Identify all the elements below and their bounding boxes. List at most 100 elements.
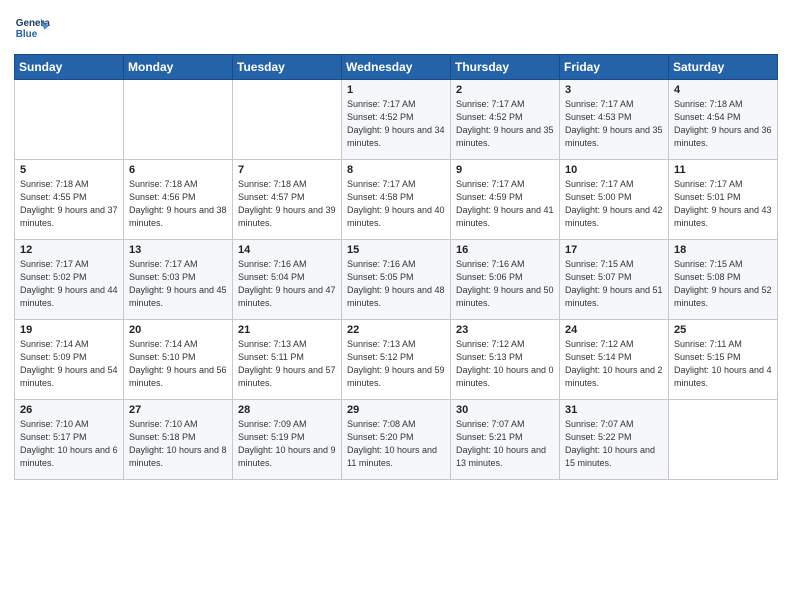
calendar-cell	[124, 80, 233, 160]
day-info: Sunrise: 7:16 AMSunset: 5:04 PMDaylight:…	[238, 258, 336, 310]
page-header: General Blue	[14, 10, 778, 46]
day-number: 3	[565, 84, 663, 96]
calendar-cell	[15, 80, 124, 160]
day-info: Sunrise: 7:16 AMSunset: 5:06 PMDaylight:…	[456, 258, 554, 310]
calendar-cell: 4Sunrise: 7:18 AMSunset: 4:54 PMDaylight…	[669, 80, 778, 160]
day-number: 29	[347, 404, 445, 416]
calendar-cell: 3 Sunrise: 7:17 AMSunset: 4:53 PMDaylight…	[560, 80, 669, 160]
calendar-cell: 20Sunrise: 7:14 AMSunset: 5:10 PMDayligh…	[124, 320, 233, 400]
day-info: Sunrise: 7:13 AMSunset: 5:11 PMDaylight:…	[238, 338, 336, 390]
day-number: 21	[238, 324, 336, 336]
day-info: Sunrise: 7:07 AMSunset: 5:22 PMDaylight:…	[565, 418, 663, 470]
calendar-cell: 23 Sunrise: 7:12 AMSunset: 5:13 PMDayligh…	[451, 320, 560, 400]
day-info: Sunrise: 7:10 AMSunset: 5:17 PMDaylight:…	[20, 418, 118, 470]
day-number: 26	[20, 404, 118, 416]
day-info: Sunrise: 7:12 AMSunset: 5:13 PMDaylight:…	[456, 338, 554, 390]
day-number: 10	[565, 164, 663, 176]
calendar-cell: 15Sunrise: 7:16 AMSunset: 5:05 PMDayligh…	[342, 240, 451, 320]
weekday-header-friday: Friday	[560, 55, 669, 80]
calendar-page: General Blue SundayMondayTuesdayWednesda…	[0, 0, 792, 612]
day-info: Sunrise: 7:18 AMSunset: 4:56 PMDaylight:…	[129, 178, 227, 230]
day-info: Sunrise: 7:18 AMSunset: 4:57 PMDaylight:…	[238, 178, 336, 230]
calendar-cell: 19 Sunrise: 7:14 AMSunset: 5:09 PMDayligh…	[15, 320, 124, 400]
day-number: 8	[347, 164, 445, 176]
calendar-cell: 30 Sunrise: 7:07 AMSunset: 5:21 PMDayligh…	[451, 400, 560, 480]
weekday-header-saturday: Saturday	[669, 55, 778, 80]
day-number: 27	[129, 404, 227, 416]
calendar-cell	[233, 80, 342, 160]
weekday-header-row: SundayMondayTuesdayWednesdayThursdayFrid…	[15, 55, 778, 80]
calendar-cell: 21 Sunrise: 7:13 AMSunset: 5:11 PMDayligh…	[233, 320, 342, 400]
day-info: Sunrise: 7:07 AMSunset: 5:21 PMDaylight:…	[456, 418, 554, 470]
day-info: Sunrise: 7:15 AMSunset: 5:07 PMDaylight:…	[565, 258, 663, 310]
svg-text:Blue: Blue	[16, 29, 38, 40]
day-info: Sunrise: 7:17 AMSunset: 4:53 PMDaylight:…	[565, 98, 663, 150]
day-info: Sunrise: 7:14 AMSunset: 5:10 PMDaylight:…	[129, 338, 227, 390]
day-number: 19	[20, 324, 118, 336]
calendar-week-1: 1 Sunrise: 7:17 AMSunset: 4:52 PMDaylight…	[15, 80, 778, 160]
calendar-week-2: 5 Sunrise: 7:18 AMSunset: 4:55 PMDaylight…	[15, 160, 778, 240]
calendar-week-3: 12Sunrise: 7:17 AMSunset: 5:02 PMDayligh…	[15, 240, 778, 320]
day-info: Sunrise: 7:18 AMSunset: 4:55 PMDaylight:…	[20, 178, 118, 230]
day-info: Sunrise: 7:10 AMSunset: 5:18 PMDaylight:…	[129, 418, 227, 470]
calendar-cell: 10Sunrise: 7:17 AMSunset: 5:00 PMDayligh…	[560, 160, 669, 240]
calendar-cell: 25 Sunrise: 7:11 AMSunset: 5:15 PMDayligh…	[669, 320, 778, 400]
calendar-cell: 26 Sunrise: 7:10 AMSunset: 5:17 PMDayligh…	[15, 400, 124, 480]
calendar-cell: 12Sunrise: 7:17 AMSunset: 5:02 PMDayligh…	[15, 240, 124, 320]
weekday-header-tuesday: Tuesday	[233, 55, 342, 80]
calendar-cell: 5 Sunrise: 7:18 AMSunset: 4:55 PMDaylight…	[15, 160, 124, 240]
calendar-cell: 27 Sunrise: 7:10 AMSunset: 5:18 PMDayligh…	[124, 400, 233, 480]
day-number: 1	[347, 84, 445, 96]
day-number: 17	[565, 244, 663, 256]
weekday-header-monday: Monday	[124, 55, 233, 80]
calendar-cell: 17 Sunrise: 7:15 AMSunset: 5:07 PMDayligh…	[560, 240, 669, 320]
day-number: 9	[456, 164, 554, 176]
day-info: Sunrise: 7:08 AMSunset: 5:20 PMDaylight:…	[347, 418, 445, 470]
day-info: Sunrise: 7:17 AMSunset: 5:03 PMDaylight:…	[129, 258, 227, 310]
calendar-cell: 6Sunrise: 7:18 AMSunset: 4:56 PMDaylight…	[124, 160, 233, 240]
weekday-header-wednesday: Wednesday	[342, 55, 451, 80]
day-info: Sunrise: 7:11 AMSunset: 5:15 PMDaylight:…	[674, 338, 772, 390]
calendar-cell: 13 Sunrise: 7:17 AMSunset: 5:03 PMDayligh…	[124, 240, 233, 320]
day-number: 13	[129, 244, 227, 256]
day-info: Sunrise: 7:17 AMSunset: 4:52 PMDaylight:…	[347, 98, 445, 150]
logo: General Blue	[14, 10, 50, 46]
calendar-cell: 22Sunrise: 7:13 AMSunset: 5:12 PMDayligh…	[342, 320, 451, 400]
calendar-cell: 11 Sunrise: 7:17 AMSunset: 5:01 PMDayligh…	[669, 160, 778, 240]
day-number: 2	[456, 84, 554, 96]
day-number: 23	[456, 324, 554, 336]
day-info: Sunrise: 7:16 AMSunset: 5:05 PMDaylight:…	[347, 258, 445, 310]
day-number: 11	[674, 164, 772, 176]
day-info: Sunrise: 7:17 AMSunset: 4:52 PMDaylight:…	[456, 98, 554, 150]
day-number: 31	[565, 404, 663, 416]
day-number: 18	[674, 244, 772, 256]
day-info: Sunrise: 7:17 AMSunset: 5:01 PMDaylight:…	[674, 178, 772, 230]
calendar-cell: 8 Sunrise: 7:17 AMSunset: 4:58 PMDaylight…	[342, 160, 451, 240]
calendar-cell: 7 Sunrise: 7:18 AMSunset: 4:57 PMDaylight…	[233, 160, 342, 240]
calendar-cell: 16Sunrise: 7:16 AMSunset: 5:06 PMDayligh…	[451, 240, 560, 320]
day-number: 12	[20, 244, 118, 256]
day-info: Sunrise: 7:18 AMSunset: 4:54 PMDaylight:…	[674, 98, 772, 150]
day-info: Sunrise: 7:17 AMSunset: 4:58 PMDaylight:…	[347, 178, 445, 230]
calendar-cell: 1 Sunrise: 7:17 AMSunset: 4:52 PMDaylight…	[342, 80, 451, 160]
day-number: 25	[674, 324, 772, 336]
day-number: 14	[238, 244, 336, 256]
calendar-cell: 31 Sunrise: 7:07 AMSunset: 5:22 PMDayligh…	[560, 400, 669, 480]
calendar-cell: 9Sunrise: 7:17 AMSunset: 4:59 PMDaylight…	[451, 160, 560, 240]
logo-icon: General Blue	[14, 10, 50, 46]
calendar-week-5: 26 Sunrise: 7:10 AMSunset: 5:17 PMDayligh…	[15, 400, 778, 480]
day-number: 24	[565, 324, 663, 336]
day-number: 5	[20, 164, 118, 176]
day-info: Sunrise: 7:12 AMSunset: 5:14 PMDaylight:…	[565, 338, 663, 390]
day-number: 7	[238, 164, 336, 176]
calendar-week-4: 19 Sunrise: 7:14 AMSunset: 5:09 PMDayligh…	[15, 320, 778, 400]
weekday-header-thursday: Thursday	[451, 55, 560, 80]
calendar-cell	[669, 400, 778, 480]
day-number: 22	[347, 324, 445, 336]
weekday-header-sunday: Sunday	[15, 55, 124, 80]
calendar-cell: 29 Sunrise: 7:08 AMSunset: 5:20 PMDayligh…	[342, 400, 451, 480]
day-info: Sunrise: 7:14 AMSunset: 5:09 PMDaylight:…	[20, 338, 118, 390]
day-info: Sunrise: 7:15 AMSunset: 5:08 PMDaylight:…	[674, 258, 772, 310]
calendar-header: SundayMondayTuesdayWednesdayThursdayFrid…	[15, 55, 778, 80]
day-number: 30	[456, 404, 554, 416]
